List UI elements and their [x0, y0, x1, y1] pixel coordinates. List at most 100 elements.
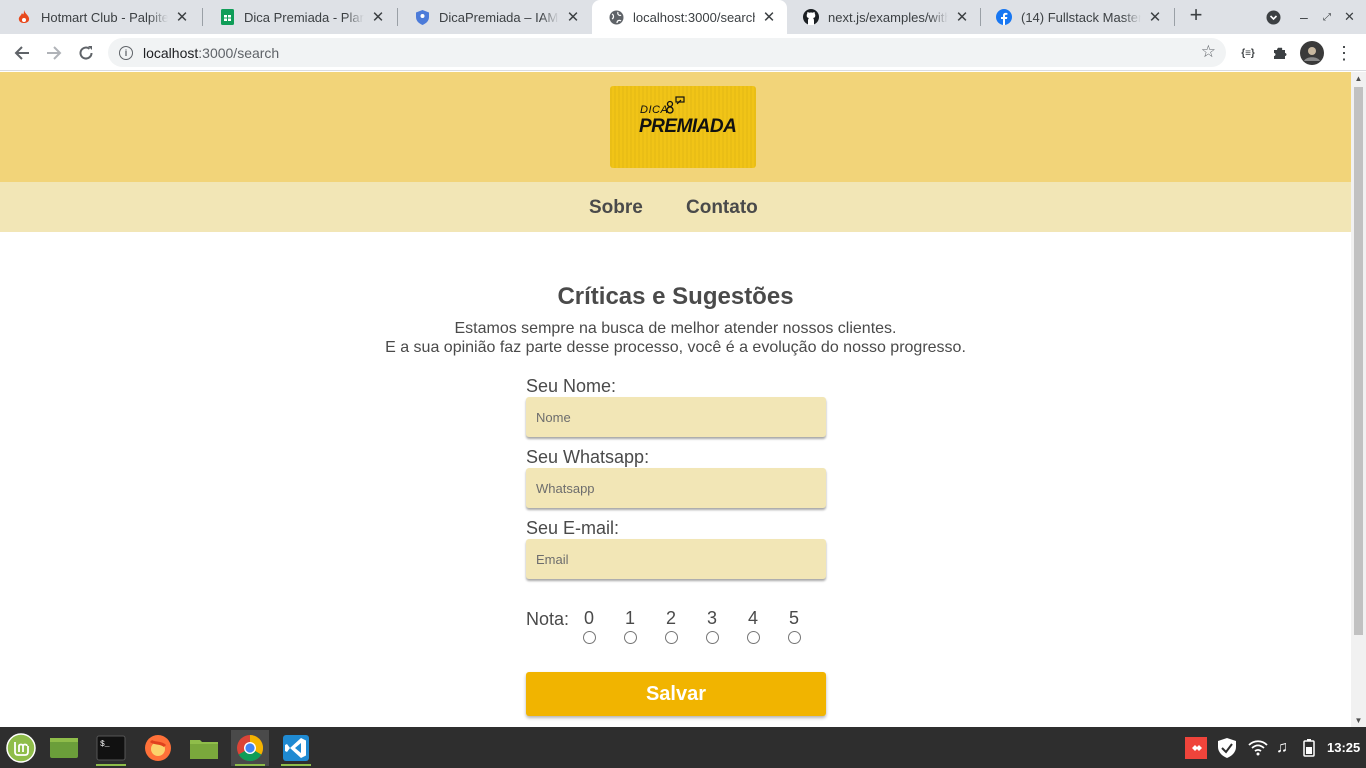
- rating-option-4[interactable]: 4: [743, 609, 763, 644]
- battery-tray-icon[interactable]: [1302, 727, 1316, 768]
- close-tab-icon[interactable]: ✕: [565, 8, 581, 26]
- tab-title: DicaPremiada – IAM e: [439, 9, 559, 25]
- profile-avatar[interactable]: [1298, 39, 1326, 67]
- rating-radio[interactable]: [746, 631, 760, 644]
- rating-number: 2: [665, 608, 676, 628]
- rating-radio[interactable]: [623, 631, 637, 644]
- restore-icon[interactable]: ⤢: [1323, 0, 1331, 34]
- scroll-up-icon[interactable]: ▲: [1354, 74, 1363, 83]
- browser-tab-github[interactable]: next.js/examples/with ✕: [787, 0, 980, 34]
- url-path: :3000/search: [198, 44, 280, 61]
- wifi-tray-icon[interactable]: [1248, 727, 1268, 768]
- page-scrollbar[interactable]: ▲ ▼: [1351, 72, 1366, 727]
- new-tab-button[interactable]: +: [1185, 4, 1207, 27]
- browser-toolbar: i localhost:3000/search ☆ {≡} ⋮: [0, 34, 1366, 71]
- rating-option-5[interactable]: 5: [784, 609, 804, 644]
- email-input[interactable]: [526, 539, 826, 579]
- os-taskbar: $_ ♫ 13:25: [0, 727, 1366, 768]
- tab-title: localhost:3000/search: [633, 9, 755, 25]
- logo-text-bottom: PREMIADA: [639, 116, 737, 137]
- scrollbar-thumb[interactable]: [1354, 87, 1363, 635]
- terminal-icon[interactable]: $_: [92, 730, 130, 766]
- whatsapp-label: Seu Whatsapp:: [526, 447, 650, 467]
- firefox-icon[interactable]: [139, 730, 177, 766]
- rating-option-2[interactable]: 2: [661, 609, 681, 644]
- vscode-icon[interactable]: [277, 730, 315, 766]
- tab-title: next.js/examples/with: [828, 9, 948, 25]
- reload-icon[interactable]: [72, 39, 100, 67]
- tab-search-icon[interactable]: [1266, 0, 1281, 34]
- form-title: Críticas e Sugestões: [557, 283, 794, 310]
- rating-number: 4: [747, 608, 758, 628]
- back-icon[interactable]: [8, 39, 36, 67]
- show-desktop-icon[interactable]: [45, 730, 83, 766]
- anydesk-tray-icon[interactable]: [1185, 727, 1207, 768]
- rating-label: Nota:: [526, 609, 570, 629]
- rating-option-0[interactable]: 0: [579, 609, 599, 644]
- rating-number: 3: [706, 608, 717, 628]
- logo-mark-icon: [666, 96, 685, 114]
- browser-tab-strip: Hotmart Club - Palpite ✕ Dica Premiada -…: [0, 0, 1366, 34]
- page-viewport: DICA PREMIADA Sobre Contato Críticas e S…: [0, 72, 1351, 727]
- bookmark-star-icon[interactable]: ☆: [1201, 42, 1216, 62]
- save-button[interactable]: Salvar: [526, 672, 826, 716]
- scroll-down-icon[interactable]: ▼: [1354, 716, 1363, 725]
- close-tab-icon[interactable]: ✕: [954, 8, 970, 26]
- tab-title: Dica Premiada - Planilha: [244, 9, 364, 25]
- url-host: localhost: [143, 44, 199, 61]
- close-tab-icon[interactable]: ✕: [1147, 8, 1163, 26]
- site-logo[interactable]: DICA PREMIADA: [610, 86, 756, 168]
- github-icon: [803, 9, 819, 25]
- close-tab-icon[interactable]: ✕: [174, 8, 190, 26]
- close-tab-icon[interactable]: ✕: [370, 8, 386, 26]
- rating-number: 0: [583, 608, 594, 628]
- site-info-icon[interactable]: i: [119, 45, 133, 60]
- security-shield-tray-icon[interactable]: [1217, 727, 1237, 768]
- json-viewer-extension-icon[interactable]: {≡}: [1234, 39, 1262, 67]
- browser-tab-planilha[interactable]: Dica Premiada - Planilha ✕: [203, 0, 396, 34]
- running-indicator: [235, 764, 265, 766]
- rating-option-3[interactable]: 3: [702, 609, 722, 644]
- rating-radio[interactable]: [705, 631, 719, 644]
- minimize-icon[interactable]: –: [1300, 0, 1308, 34]
- nav-link-contato[interactable]: Contato: [686, 197, 758, 219]
- rating-option-1[interactable]: 1: [620, 609, 640, 644]
- nav-link-sobre[interactable]: Sobre: [589, 197, 643, 219]
- mint-menu-icon[interactable]: [2, 730, 40, 766]
- tab-title: (14) Fullstack Master: [1021, 9, 1141, 25]
- globe-icon: [608, 9, 624, 25]
- browser-tab-iam[interactable]: DicaPremiada – IAM e ✕: [398, 0, 591, 34]
- rating-radio[interactable]: [582, 631, 596, 644]
- site-header: DICA PREMIADA: [0, 72, 1351, 182]
- browser-menu-icon[interactable]: ⋮: [1330, 39, 1358, 67]
- facebook-icon: [996, 9, 1012, 25]
- flame-icon: [16, 9, 32, 25]
- rating-number: 5: [788, 608, 799, 628]
- forward-icon[interactable]: [40, 39, 68, 67]
- chrome-icon[interactable]: [231, 730, 269, 766]
- files-folder-icon[interactable]: [185, 730, 223, 766]
- close-window-icon[interactable]: ✕: [1344, 0, 1355, 34]
- rating-number: 1: [624, 608, 635, 628]
- tab-separator: [1174, 8, 1175, 26]
- rating-radio[interactable]: [664, 631, 678, 644]
- svg-text:$_: $_: [100, 740, 110, 749]
- browser-tab-hotmart[interactable]: Hotmart Club - Palpite ✕: [0, 0, 200, 34]
- running-indicator: [96, 764, 126, 766]
- url-text: localhost:3000/search: [143, 45, 279, 61]
- sheets-icon: [219, 9, 235, 25]
- sound-tray-icon[interactable]: ♫: [1276, 727, 1288, 768]
- site-nav: Sobre Contato: [0, 182, 1351, 232]
- running-indicator: [281, 764, 311, 766]
- system-clock[interactable]: 13:25: [1327, 740, 1360, 755]
- form-description-line1: Estamos sempre na busca de melhor atende…: [454, 320, 897, 337]
- extensions-puzzle-icon[interactable]: [1266, 39, 1294, 67]
- close-tab-icon[interactable]: ✕: [761, 8, 777, 26]
- whatsapp-input[interactable]: [526, 468, 826, 508]
- shield-icon: [414, 9, 430, 25]
- browser-tab-facebook[interactable]: (14) Fullstack Master ✕: [980, 0, 1173, 34]
- rating-radio[interactable]: [787, 631, 801, 644]
- address-bar[interactable]: i localhost:3000/search ☆: [108, 38, 1226, 67]
- browser-tab-localhost[interactable]: localhost:3000/search ✕: [592, 0, 787, 34]
- name-input[interactable]: [526, 397, 826, 437]
